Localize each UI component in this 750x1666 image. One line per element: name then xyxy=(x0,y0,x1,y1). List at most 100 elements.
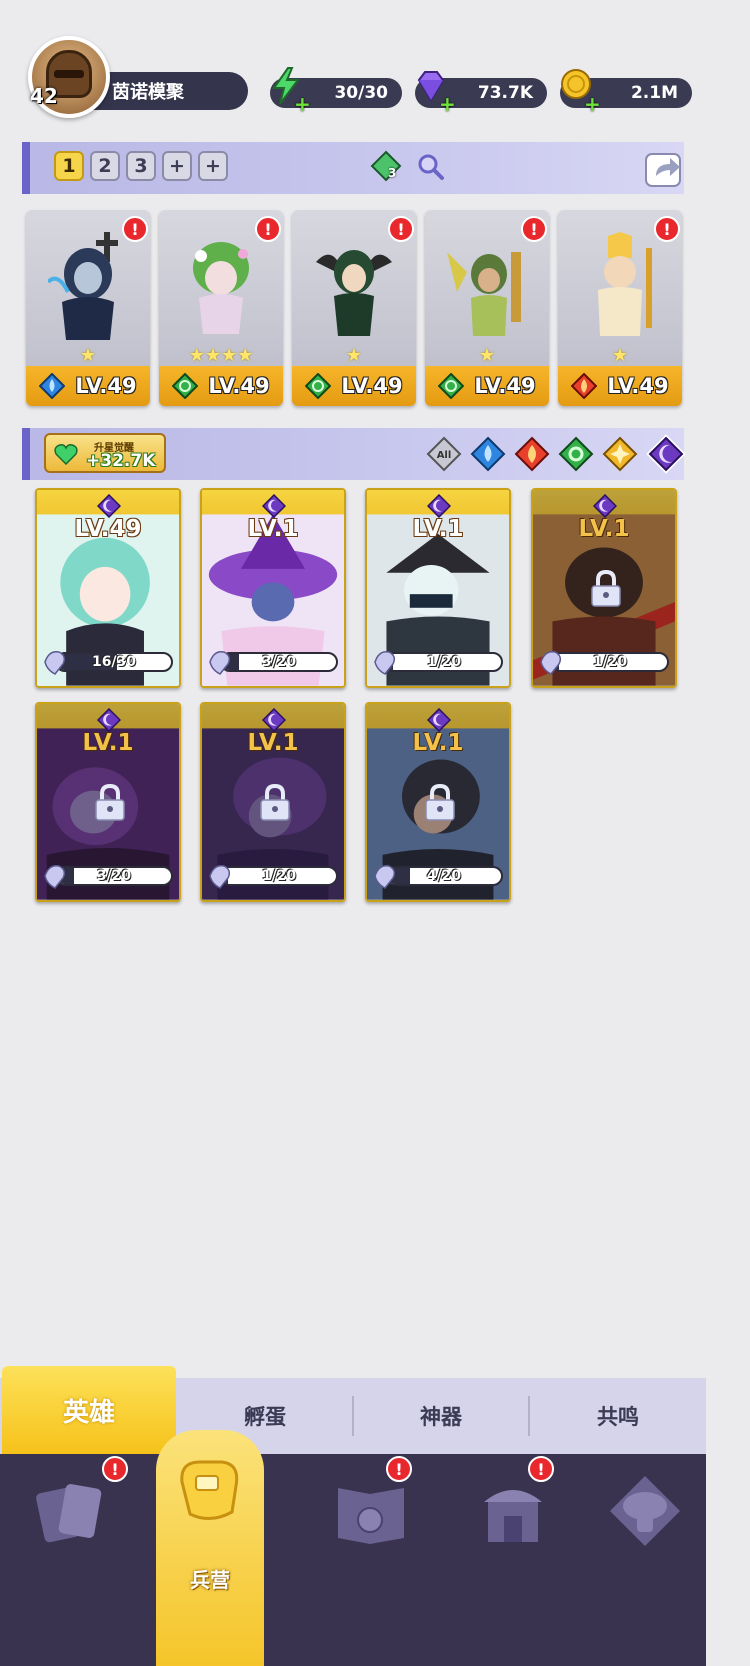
fire-element-icon xyxy=(571,373,598,399)
collection-hero-card-2[interactable]: LV.1 3/20 xyxy=(200,488,346,688)
nav-alert-badge: ! xyxy=(528,1456,554,1482)
filter-light-icon[interactable] xyxy=(602,436,638,472)
tab-artifacts[interactable]: 神器 xyxy=(354,1378,528,1454)
star-awaken-button[interactable]: 升星觉醒 +32.7K xyxy=(44,433,166,473)
collection-level: LV.1 xyxy=(247,730,299,756)
team-hero-card-2[interactable]: ★★★★ LV.49 ! xyxy=(159,210,283,406)
add-coins-icon[interactable]: + xyxy=(584,92,601,116)
hero-level-bar: LV.49 xyxy=(159,366,283,406)
tab-resonance[interactable]: 共鸣 xyxy=(530,1378,706,1454)
collection-hero-card-7[interactable]: LV.1 4/20 xyxy=(365,702,511,902)
team-hero-card-5[interactable]: ★ LV.49 ! xyxy=(558,210,682,406)
filter-fire-icon[interactable] xyxy=(514,436,550,472)
hero-shard-icon xyxy=(44,864,66,889)
player-level: 42 xyxy=(30,84,58,108)
green-gem-chip[interactable]: 3 xyxy=(370,150,402,182)
team-hero-card-3[interactable]: ★ LV.49 ! xyxy=(292,210,416,406)
shard-progress-bar: 1/20 xyxy=(220,866,338,886)
hero-level: LV.49 xyxy=(474,374,536,398)
shard-progress-bar: 3/20 xyxy=(220,652,338,672)
hero-golden-axe-warrior-portrait xyxy=(447,252,521,336)
team-select-bar: 1 2 3 + + 3 xyxy=(22,142,684,194)
hero-shard-icon xyxy=(374,864,396,889)
water-element-icon xyxy=(39,373,66,399)
collection-hero-card-5[interactable]: LV.1 3/20 xyxy=(35,702,181,902)
nav-barracks[interactable]: 兵营 xyxy=(156,1430,264,1666)
green-gem-icon xyxy=(370,150,402,182)
team-slot-2[interactable]: 2 xyxy=(90,151,120,181)
team-hero-card-4[interactable]: ★ LV.49 ! xyxy=(425,210,549,406)
heart-icon xyxy=(54,444,78,465)
golden-fist-icon xyxy=(180,1460,239,1520)
shard-progress-bar: 16/30 xyxy=(55,652,173,672)
shard-count: 3/20 xyxy=(261,654,297,670)
hero-stars: ★ xyxy=(478,345,496,366)
share-icon[interactable] xyxy=(642,146,686,190)
filter-nature-icon[interactable] xyxy=(558,436,594,472)
dark-element-icon xyxy=(427,494,451,518)
gem-value: 73.7K xyxy=(477,83,533,103)
hero-level-bar: LV.49 xyxy=(292,366,416,406)
collection-hero-card-4[interactable]: LV.1 1/20 xyxy=(531,488,677,688)
player-name-plate[interactable]: 茵诺模聚 xyxy=(90,72,248,110)
filter-dark-icon[interactable] xyxy=(646,434,686,474)
energy-resource[interactable]: + 30/30 xyxy=(270,67,402,116)
hero-stars: ★ xyxy=(611,345,629,366)
team-hero-card-1[interactable]: ★ LV.49 ! xyxy=(26,210,150,406)
hero-stars: ★★★★ xyxy=(188,345,254,366)
hero-filter-bar: 升星觉醒 +32.7K All xyxy=(22,428,686,480)
dark-element-icon xyxy=(262,708,286,732)
collection-hero-card-3[interactable]: LV.1 1/20 xyxy=(365,488,511,688)
dark-element-icon xyxy=(427,708,451,732)
lock-icon xyxy=(95,784,125,821)
filter-all-icon[interactable]: All xyxy=(426,436,462,472)
hero-reaper-nun-portrait xyxy=(48,232,118,340)
nav-alert-badge: ! xyxy=(102,1456,128,1482)
coin-value: 2.1M xyxy=(630,83,678,103)
player-name: 茵诺模聚 xyxy=(112,82,184,103)
filter-water-icon[interactable] xyxy=(470,436,506,472)
nav-adventure[interactable]: ! xyxy=(300,1454,441,1666)
nav-cards[interactable]: ! xyxy=(0,1454,141,1666)
hero-level: LV.49 xyxy=(208,374,270,398)
map-book-icon xyxy=(338,1488,404,1544)
add-gems-icon[interactable]: + xyxy=(439,92,456,116)
gem-resource[interactable]: + 73.7K xyxy=(415,71,547,116)
nav-barracks-label: 兵营 xyxy=(190,1568,230,1592)
shard-progress-bar: 1/20 xyxy=(385,652,503,672)
nav-shop[interactable]: ! xyxy=(442,1454,583,1666)
tab-heroes[interactable]: 英雄 xyxy=(2,1366,176,1454)
shard-count: 3/20 xyxy=(96,868,132,884)
dark-element-icon xyxy=(97,494,121,518)
hero-level: LV.49 xyxy=(607,374,669,398)
hero-shard-icon xyxy=(209,650,231,675)
hero-level: LV.49 xyxy=(341,374,403,398)
team-slot-add-1[interactable]: + xyxy=(162,151,192,181)
team-slot-1[interactable]: 1 xyxy=(54,151,84,181)
nav-guild[interactable] xyxy=(584,1454,706,1666)
hero-level-bar: LV.49 xyxy=(26,366,150,406)
hero-shard-icon xyxy=(44,650,66,675)
hero-level-bar: LV.49 xyxy=(558,366,682,406)
coin-resource[interactable]: + 2.1M xyxy=(560,69,692,116)
hero-shard-icon xyxy=(209,864,231,889)
hero-stars: ★ xyxy=(79,345,97,366)
collection-hero-card-1[interactable]: LV.49 16/30 xyxy=(35,488,181,688)
shard-count: 4/20 xyxy=(426,868,462,884)
hero-level: LV.49 xyxy=(75,374,137,398)
shard-count: 1/20 xyxy=(426,654,462,670)
shard-count: 16/30 xyxy=(91,654,137,670)
bottom-navigation: ! 兵营 ! ! xyxy=(0,1430,706,1666)
gem-chip-count: 3 xyxy=(388,166,397,180)
collection-hero-card-6[interactable]: LV.1 1/20 xyxy=(200,702,346,902)
magnifier-icon[interactable] xyxy=(416,152,446,182)
nav-alert-badge: ! xyxy=(386,1456,412,1482)
team-slot-add-2[interactable]: + xyxy=(198,151,228,181)
team-slot-3[interactable]: 3 xyxy=(126,151,156,181)
add-energy-icon[interactable]: + xyxy=(294,92,311,116)
hero-alert-badge: ! xyxy=(521,216,547,242)
dark-element-icon xyxy=(97,708,121,732)
collection-level: LV.1 xyxy=(412,730,464,756)
hero-alert-badge: ! xyxy=(654,216,680,242)
awaken-value: +32.7K xyxy=(86,451,156,471)
